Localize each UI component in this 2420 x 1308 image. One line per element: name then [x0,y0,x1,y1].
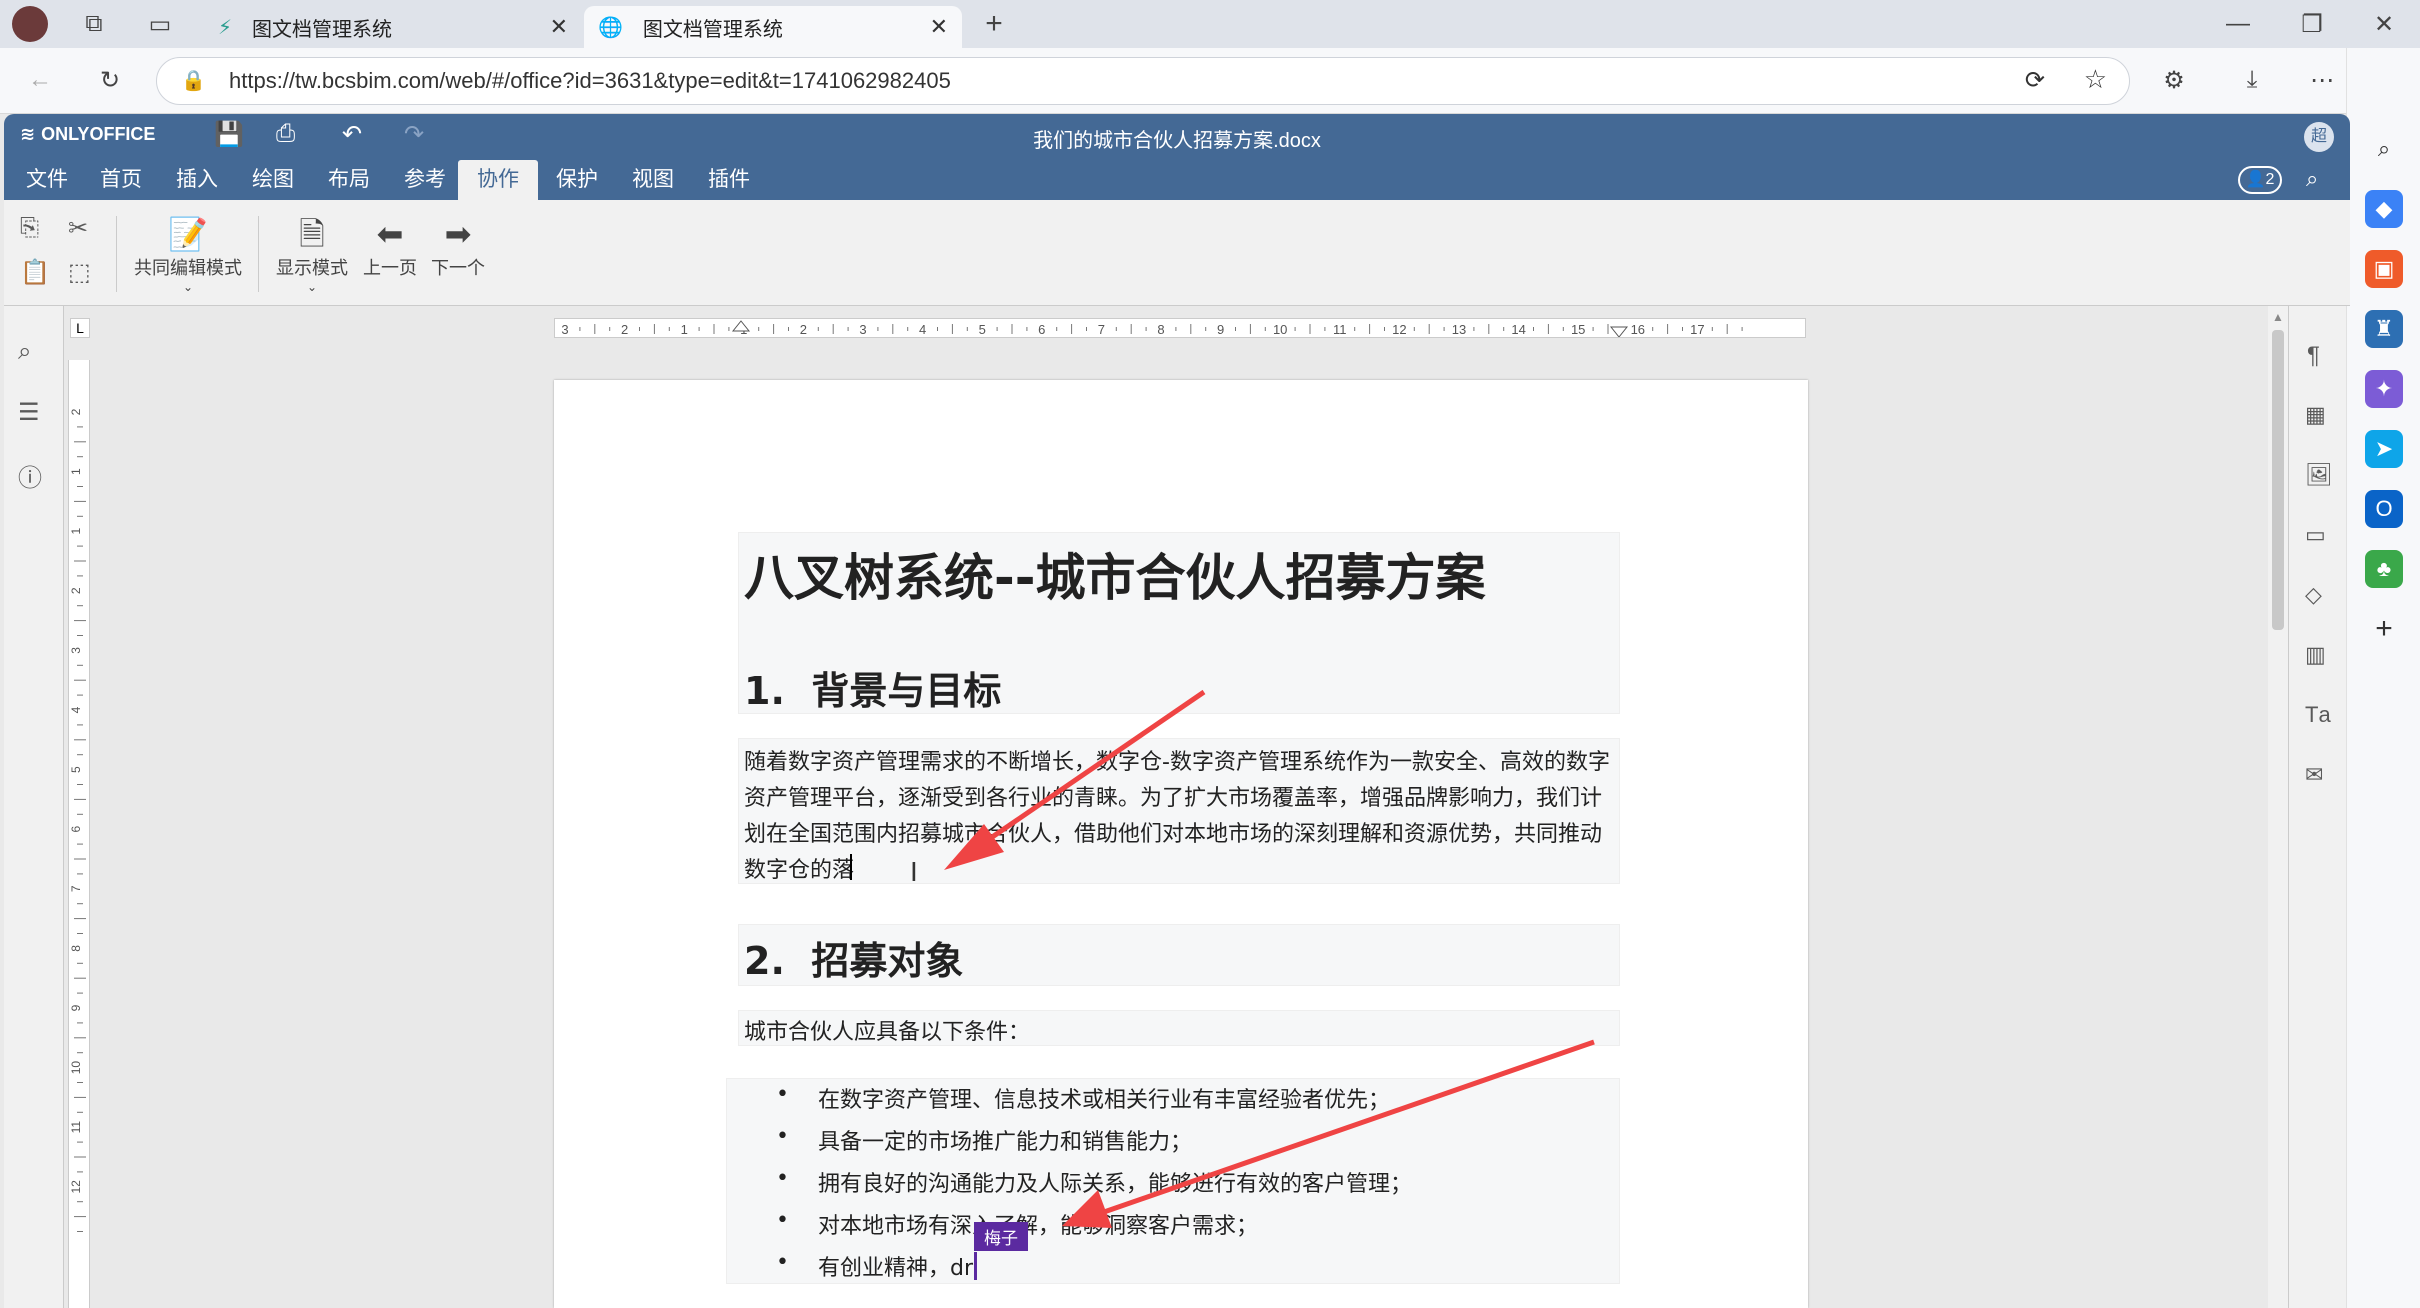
annotation-arrows [944,689,1595,1228]
annotation-arrow-1 [944,689,1206,870]
annotation-arrow-2 [1062,1039,1595,1228]
